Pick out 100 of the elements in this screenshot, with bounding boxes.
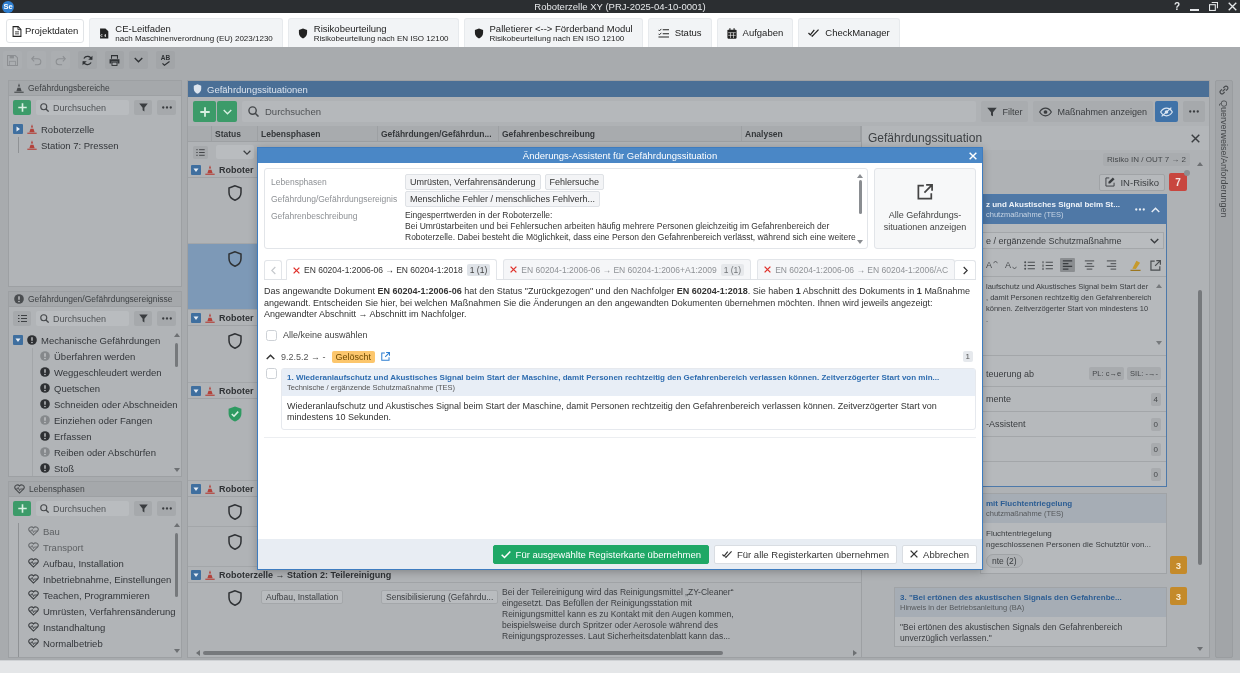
document-tab[interactable]: CE-Leitfaden nach Maschinenverordnung (EU) 2023/1230 — [89, 18, 283, 47]
font-shrink-button[interactable]: A — [1005, 260, 1018, 270]
scroll-up-icon[interactable] — [1156, 284, 1162, 288]
tree-item[interactable]: Station 7: Pressen — [41, 139, 119, 151]
more-icon[interactable] — [1135, 208, 1145, 211]
tree-item[interactable]: Einziehen oder Fangen — [54, 414, 153, 426]
more-button[interactable] — [157, 311, 176, 326]
measure-card[interactable] — [980, 194, 1167, 487]
filter-button[interactable]: Filter — [981, 101, 1029, 122]
more-button[interactable] — [157, 100, 176, 115]
status-filter-dropdown[interactable] — [216, 145, 254, 159]
scroll-down-icon[interactable] — [857, 240, 863, 244]
filter-button[interactable] — [134, 311, 152, 326]
expand-toggle[interactable] — [191, 164, 201, 175]
column-header[interactable]: Lebensphasen — [258, 126, 378, 141]
filter-button[interactable] — [134, 100, 152, 115]
numbered-list-icon[interactable] — [1042, 260, 1054, 270]
external-link-icon[interactable] — [1150, 259, 1161, 271]
side-panel-tab[interactable]: Querverweise/Anforderungen — [1215, 80, 1233, 658]
tree-item[interactable]: Schneiden oder Abschneiden — [54, 398, 178, 410]
print-options-button[interactable] — [129, 51, 148, 69]
documents-chip[interactable]: nte (2) — [986, 554, 1023, 568]
search-field[interactable]: Durchsuchen — [36, 501, 129, 516]
add-button[interactable] — [193, 101, 216, 122]
list-item[interactable]: Aufbau, Installation — [43, 557, 124, 569]
print-button[interactable] — [105, 51, 124, 69]
collapse-toggle[interactable] — [266, 353, 275, 360]
scroll-up-icon[interactable] — [857, 174, 863, 178]
font-grow-button[interactable]: A — [986, 260, 998, 270]
search-field[interactable]: Durchsuchen — [36, 100, 129, 115]
external-link-icon[interactable] — [381, 352, 391, 361]
scroll-right-icon[interactable] — [853, 650, 857, 656]
tasks-tab[interactable]: Aufgaben — [716, 18, 794, 47]
scrollbar-thumb[interactable] — [203, 651, 723, 655]
column-header[interactable]: Gefährdungen/Gefährdun... — [378, 126, 499, 141]
tab[interactable]: EN 60204-1:2006-06 → EN 60204-1:2006+A1:2009 1 (1) — [503, 259, 752, 279]
minimize-icon[interactable] — [1190, 8, 1199, 11]
checks-tab[interactable]: CheckManager — [798, 18, 900, 47]
help-button[interactable]: ? — [1173, 1, 1180, 12]
in-risk-button[interactable]: IN-Risiko — [1099, 173, 1165, 191]
tree-item[interactable]: Quetschen — [54, 382, 100, 394]
expand-toggle[interactable] — [13, 335, 23, 345]
tab[interactable]: EN 60204-1:2006-06 → EN 60204-1:2018 1 (1) — [286, 259, 498, 280]
scrollbar-thumb[interactable] — [175, 533, 178, 597]
search-field[interactable]: Durchsuchen — [36, 311, 129, 326]
tree-item[interactable]: Überfahren werden — [54, 350, 136, 362]
list-item[interactable]: Teachen, Programmieren — [43, 589, 150, 601]
more-button[interactable] — [157, 501, 176, 516]
scroll-up-icon[interactable] — [173, 523, 180, 527]
bullet-list-icon[interactable] — [1024, 260, 1036, 270]
show-measures-button[interactable]: Maßnahmen anzeigen — [1033, 101, 1153, 122]
checkbox[interactable] — [266, 329, 277, 341]
row-label[interactable]: -Assistent — [986, 419, 1026, 429]
column-header[interactable]: Status — [212, 126, 258, 141]
search-field[interactable]: Durchsuchen — [242, 101, 977, 122]
tree-item[interactable]: Roboterzelle — [41, 123, 95, 135]
scroll-down-icon[interactable] — [173, 649, 180, 653]
scroll-left-icon[interactable] — [196, 650, 200, 656]
apply-all-button[interactable]: Für alle Registerkarten übernehmen — [713, 544, 898, 564]
scroll-up-icon[interactable] — [1197, 162, 1203, 166]
checkbox-label[interactable]: Alle/keine auswählen — [283, 330, 368, 340]
tree-item[interactable]: Reiben oder Abschürfen — [54, 446, 156, 458]
document-tab[interactable]: Risikobeurteilung Risikobeurteilung nach EN ISO 12100 — [287, 18, 459, 47]
scrollbar-thumb[interactable] — [858, 180, 862, 214]
list-item[interactable]: Umrüsten, Verfahrensänderung — [43, 605, 176, 617]
list-item[interactable]: Inbetriebnahme, Einstellungen — [43, 573, 172, 585]
add-button[interactable] — [13, 501, 31, 516]
checkbox[interactable] — [266, 367, 277, 379]
tree-item[interactable]: Weggeschleudert werden — [54, 366, 162, 378]
scroll-down-icon[interactable] — [1156, 341, 1162, 345]
scrollbar-thumb[interactable] — [175, 343, 178, 367]
column-header[interactable]: Gefahrenbeschreibung — [499, 126, 742, 141]
restore-icon[interactable] — [1209, 2, 1218, 11]
next-tab-button[interactable] — [954, 260, 976, 279]
add-button[interactable] — [13, 100, 31, 115]
list-view-button[interactable] — [13, 311, 31, 326]
tab[interactable]: EN 60204-1:2006-06 → EN 60204-1:2006/AC — [757, 259, 956, 279]
highlighter-icon[interactable] — [1130, 259, 1142, 271]
project-button[interactable]: Projektdaten — [6, 19, 85, 43]
status-tab[interactable]: Status — [647, 18, 712, 47]
more-button[interactable] — [1183, 101, 1205, 122]
scroll-up-icon[interactable] — [173, 333, 180, 337]
refresh-button[interactable] — [78, 51, 97, 69]
scrollbar-thumb[interactable] — [1198, 290, 1202, 565]
filter-button[interactable] — [134, 501, 152, 516]
measure-title[interactable]: 1. Wiederanlaufschutz und Akustisches Signal beim Start der Maschine, damit Personen rechtzeitig den Gefahrenbereich verlassen können. Zeitverzögerter Start von min... — [287, 371, 970, 383]
tree-item[interactable]: Erfassen — [54, 430, 92, 442]
expand-toggle[interactable] — [191, 569, 201, 580]
type-select[interactable]: e / ergänzende Schutzmaßnahme — [981, 232, 1164, 249]
document-tab[interactable]: Palletierer <--> Förderband Modul Risikobeurteilung nach EN ISO 12100 — [463, 18, 643, 47]
hide-measures-toggle[interactable] — [1155, 101, 1178, 122]
show-all-button[interactable]: Alle Gefährdungs-situationen anzeigen — [874, 168, 976, 249]
expand-toggle[interactable] — [191, 312, 201, 323]
close-icon[interactable] — [1191, 133, 1200, 143]
expand-toggle[interactable] — [191, 385, 201, 396]
expand-toggle[interactable] — [191, 483, 201, 494]
column-options-button[interactable] — [193, 145, 208, 159]
tree-item[interactable]: Mechanische Gefährdungen — [41, 334, 161, 346]
list-item[interactable]: Normalbetrieb — [43, 637, 103, 649]
column-header[interactable]: Analysen — [742, 126, 861, 141]
